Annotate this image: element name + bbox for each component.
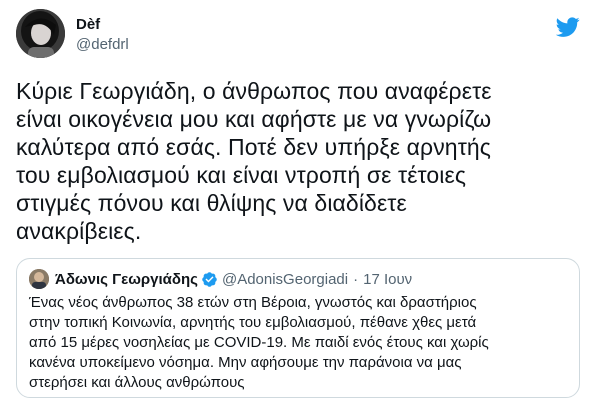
separator-dot: · bbox=[353, 270, 359, 288]
quoted-tweet-text: Ένας νέος άνθρωπος 38 ετών στη Βέροια, γ… bbox=[29, 294, 489, 391]
quoted-avatar bbox=[29, 269, 49, 289]
quoted-avatar-image bbox=[29, 269, 49, 289]
quoted-display-name[interactable]: Άδωνις Γεωργιάδης bbox=[55, 271, 198, 288]
tweet-header: Dèf @defdrl bbox=[16, 9, 582, 58]
author-display-name[interactable]: Dèf bbox=[76, 15, 129, 35]
quoted-tweet[interactable]: Άδωνις Γεωργιάδης @AdonisGeorgiadi · 17 … bbox=[16, 258, 580, 398]
author-handle[interactable]: @defdrl bbox=[76, 35, 129, 55]
quoted-date[interactable]: 17 Ιουν bbox=[363, 271, 412, 288]
tweet-card: Dèf @defdrl Κύριε Γεωργιάδη, ο άνθρωπος … bbox=[0, 0, 598, 407]
quoted-handle[interactable]: @AdonisGeorgiadi bbox=[222, 271, 348, 288]
verified-badge-icon bbox=[202, 271, 217, 287]
tweet-text: Κύριε Γεωργιάδη, ο άνθρωπος που αναφέρετ… bbox=[16, 78, 492, 244]
avatar[interactable] bbox=[16, 9, 65, 58]
twitter-bird-icon[interactable] bbox=[556, 15, 580, 39]
quoted-tweet-header: Άδωνις Γεωργιάδης @AdonisGeorgiadi · 17 … bbox=[29, 269, 412, 289]
avatar-image bbox=[16, 9, 65, 58]
author-info: Dèf @defdrl bbox=[76, 15, 129, 55]
